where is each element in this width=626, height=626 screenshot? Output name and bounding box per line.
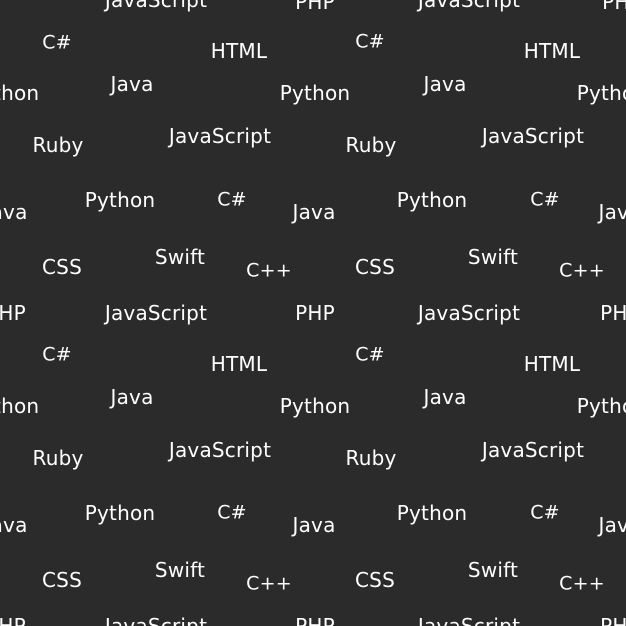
word-swift: Swift	[154, 245, 206, 269]
word-javascript: JavaScript	[104, 301, 208, 325]
word-javascript: JavaScript	[168, 124, 272, 148]
word-php: PHP	[600, 614, 626, 626]
word-php: PHP	[0, 301, 26, 325]
word-cplusplus: C++	[246, 572, 292, 595]
word-java: Java	[292, 200, 336, 224]
word-cplusplus: C++	[559, 259, 605, 282]
word-csharp: C#	[42, 31, 72, 54]
word-java: Java	[110, 72, 154, 96]
word-java: Java	[110, 385, 154, 409]
word-java: Java	[598, 200, 626, 224]
word-java: Java	[0, 200, 28, 224]
word-ruby: Ruby	[345, 133, 397, 157]
word-java: Java	[423, 385, 467, 409]
word-ruby: Ruby	[345, 446, 397, 470]
word-html: HTML	[210, 39, 268, 63]
word-java: Java	[598, 513, 626, 537]
word-cplusplus: C++	[559, 572, 605, 595]
word-python: Python	[0, 394, 40, 418]
word-css: CSS	[355, 255, 395, 279]
word-python: Python	[576, 81, 626, 105]
word-csharp: C#	[530, 188, 560, 211]
word-css: CSS	[42, 255, 82, 279]
word-swift: Swift	[467, 558, 519, 582]
word-cplusplus: C++	[246, 259, 292, 282]
word-ruby: Ruby	[32, 133, 84, 157]
word-html: HTML	[523, 352, 581, 376]
word-python: Python	[279, 81, 351, 105]
word-php: PHP	[0, 614, 26, 626]
word-swift: Swift	[154, 558, 206, 582]
word-python: Python	[84, 188, 156, 212]
word-html: HTML	[210, 352, 268, 376]
word-csharp: C#	[217, 188, 247, 211]
word-csharp: C#	[355, 30, 385, 53]
word-javascript: JavaScript	[104, 614, 208, 626]
word-java: Java	[292, 513, 336, 537]
word-csharp: C#	[530, 501, 560, 524]
word-ruby: Ruby	[32, 446, 84, 470]
word-swift: Swift	[467, 245, 519, 269]
code-word-pattern: JavaScript PHP JavaScript PHP C# HTML C# HTML Py…	[0, 0, 626, 626]
word-javascript: JavaScript	[481, 438, 585, 462]
word-python: Python	[84, 501, 156, 525]
word-javascript: JavaScript	[168, 438, 272, 462]
word-php: PHP	[600, 301, 626, 325]
word-python: Python	[396, 501, 468, 525]
word-php: PHP	[295, 614, 335, 626]
word-javascript: JavaScript	[417, 614, 521, 626]
word-css: CSS	[42, 568, 82, 592]
word-javascript: JavaScript	[481, 124, 585, 148]
word-python: Python	[396, 188, 468, 212]
word-javascript: JavaScript	[104, 0, 208, 12]
word-java: Java	[423, 72, 467, 96]
word-python: Python	[576, 394, 626, 418]
word-php: PHP	[295, 301, 335, 325]
word-java: Java	[0, 513, 28, 537]
word-csharp: C#	[217, 501, 247, 524]
word-php: PHP	[295, 0, 335, 14]
word-python: Python	[0, 81, 40, 105]
word-csharp: C#	[355, 343, 385, 366]
word-python: Python	[279, 394, 351, 418]
word-css: CSS	[355, 568, 395, 592]
word-csharp: C#	[42, 343, 72, 366]
word-javascript: JavaScript	[417, 301, 521, 325]
word-html: HTML	[523, 39, 581, 63]
word-javascript: JavaScript	[417, 0, 521, 12]
word-php: PHP	[602, 0, 626, 14]
